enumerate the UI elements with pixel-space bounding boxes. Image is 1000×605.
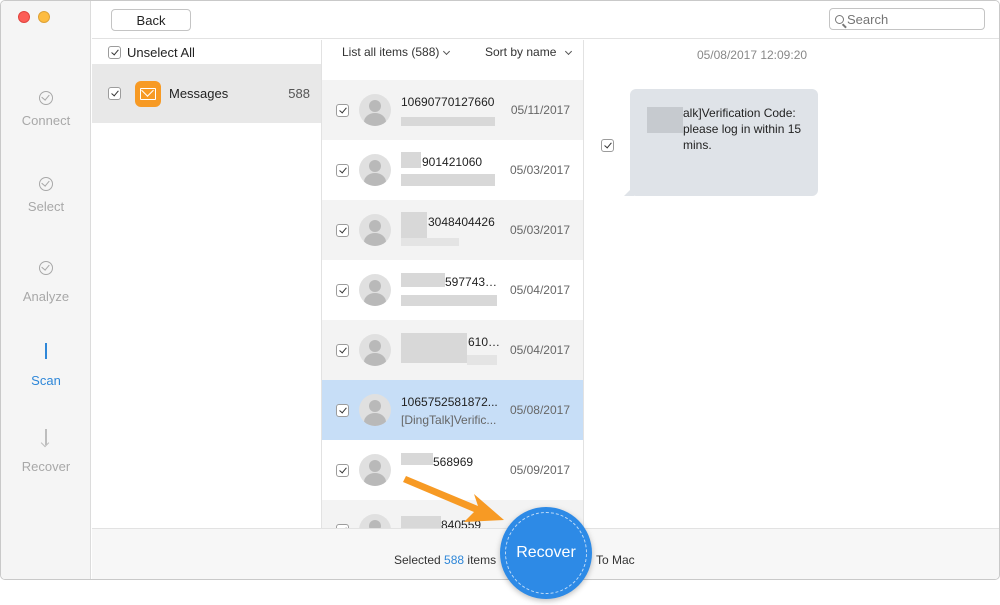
row-date: 05/08/2017 <box>509 403 570 417</box>
messages-icon <box>135 80 161 107</box>
row-checkbox[interactable] <box>336 283 349 297</box>
redacted-block <box>401 117 495 126</box>
redacted-block <box>401 333 467 363</box>
step-recover: Recover <box>1 429 91 474</box>
minimize-window-button[interactable] <box>38 11 50 23</box>
list-item[interactable]: 901421060 05/03/2017 <box>322 140 583 200</box>
row-subtitle: [DingTalk]Verific... <box>401 413 497 427</box>
category-name: Messages <box>169 86 229 101</box>
avatar <box>359 274 391 306</box>
step-recover-label: Recover <box>21 459 71 474</box>
list-header: List all items (588) Sort by name <box>322 40 583 62</box>
redacted-block <box>401 273 445 287</box>
row-title: 3048404426 <box>428 215 495 229</box>
row-checkbox[interactable] <box>336 343 349 357</box>
redacted-block <box>401 174 495 186</box>
row-title: 597743331 <box>445 275 501 289</box>
recover-button[interactable]: Recover <box>500 507 592 599</box>
step-select-label: Select <box>27 199 65 214</box>
row-title: 10690770127660 <box>401 95 495 109</box>
row-date: 05/03/2017 <box>509 223 570 237</box>
row-date: 05/09/2017 <box>509 463 570 477</box>
redacted-block <box>401 238 459 246</box>
down-arrow-icon <box>45 429 47 445</box>
step-select: Select <box>1 177 91 214</box>
list-all-items-label: List all items (588) <box>342 45 440 59</box>
check-circle-icon <box>39 177 53 191</box>
redacted-block <box>467 355 497 365</box>
unselect-all-checkbox[interactable] <box>108 46 121 59</box>
list-item[interactable]: 3048404426 05/03/2017 <box>322 200 583 260</box>
list-item[interactable]: 10690770127660 05/11/2017 <box>322 80 583 140</box>
redacted-block <box>401 152 421 168</box>
avatar <box>359 154 391 186</box>
row-date: 05/04/2017 <box>509 283 570 297</box>
unselect-all-label: Unselect All <box>127 45 195 60</box>
message-list: 10690770127660 05/11/2017 901421060 05/0… <box>322 40 584 528</box>
step-scan: Scan <box>1 343 91 388</box>
sort-dropdown[interactable]: Sort by name <box>485 45 573 59</box>
avatar <box>359 454 391 486</box>
redacted-block <box>647 107 683 133</box>
list-item[interactable]: 61013 05/04/2017 <box>322 320 583 380</box>
chevron-down-icon <box>443 47 451 56</box>
selected-count: 588 <box>444 553 465 567</box>
toolbar: Back <box>92 1 999 39</box>
row-title: 61013 <box>468 335 501 349</box>
chevron-down-icon <box>565 47 573 56</box>
row-checkbox[interactable] <box>336 163 349 177</box>
check-circle-icon <box>39 91 53 105</box>
row-date: 05/04/2017 <box>509 343 570 357</box>
to-mac-label: To Mac <box>596 553 635 567</box>
list-item[interactable]: 1065752581872... [DingTalk]Verific... 05… <box>322 380 583 440</box>
list-all-items-dropdown[interactable]: List all items (588) <box>342 45 451 59</box>
message-bubble: alk]Verification Code: please log in wit… <box>624 89 818 196</box>
row-date: 05/03/2017 <box>509 163 570 177</box>
close-window-button[interactable] <box>18 11 30 23</box>
row-checkbox[interactable] <box>336 103 349 117</box>
category-checkbox[interactable] <box>108 87 121 100</box>
row-date: 05/11/2017 <box>510 103 570 117</box>
check-circle-icon <box>39 261 53 275</box>
avatar <box>359 214 391 246</box>
selected-prefix: Selected <box>394 553 441 567</box>
selection-summary: Selected 588 items <box>394 553 496 567</box>
progress-line-icon <box>45 343 47 359</box>
message-checkbox[interactable] <box>601 139 614 152</box>
avatar <box>359 334 391 366</box>
unselect-all[interactable]: Unselect All <box>108 45 195 60</box>
category-column: Unselect All Messages 588 <box>92 40 322 528</box>
redacted-block <box>401 212 427 238</box>
avatar <box>359 394 391 426</box>
back-button[interactable]: Back <box>111 9 191 31</box>
search-box[interactable] <box>829 8 985 30</box>
message-body: alk]Verification Code: please log in wit… <box>683 106 802 152</box>
category-item-messages[interactable]: Messages 588 <box>92 64 321 123</box>
steps-sidebar: Connect Select Analyze Scan Recover <box>1 1 91 579</box>
step-analyze: Analyze <box>1 261 91 304</box>
row-checkbox[interactable] <box>336 403 349 417</box>
step-analyze-label: Analyze <box>22 289 70 304</box>
avatar <box>359 514 391 528</box>
redacted-block <box>401 295 497 306</box>
row-checkbox[interactable] <box>336 463 349 477</box>
pointer-arrow-icon <box>403 476 504 522</box>
step-connect-label: Connect <box>21 113 71 128</box>
row-title: 901421060 <box>422 155 483 169</box>
sort-label: Sort by name <box>485 45 557 59</box>
row-checkbox[interactable] <box>336 223 349 237</box>
window-controls <box>18 11 50 23</box>
row-title: 1065752581872... <box>401 395 498 409</box>
selected-suffix: items <box>467 553 497 567</box>
search-icon <box>835 14 844 24</box>
list-item[interactable]: 597743331 05/04/2017 <box>322 260 583 320</box>
step-connect: Connect <box>1 91 91 128</box>
message-timestamp: 05/08/2017 12:09:20 <box>696 48 808 62</box>
step-scan-label: Scan <box>31 373 61 388</box>
avatar <box>359 94 391 126</box>
category-count: 588 <box>288 86 310 101</box>
message-detail: 05/08/2017 12:09:20 alk]Verification Cod… <box>585 40 999 528</box>
search-input[interactable] <box>847 11 977 27</box>
